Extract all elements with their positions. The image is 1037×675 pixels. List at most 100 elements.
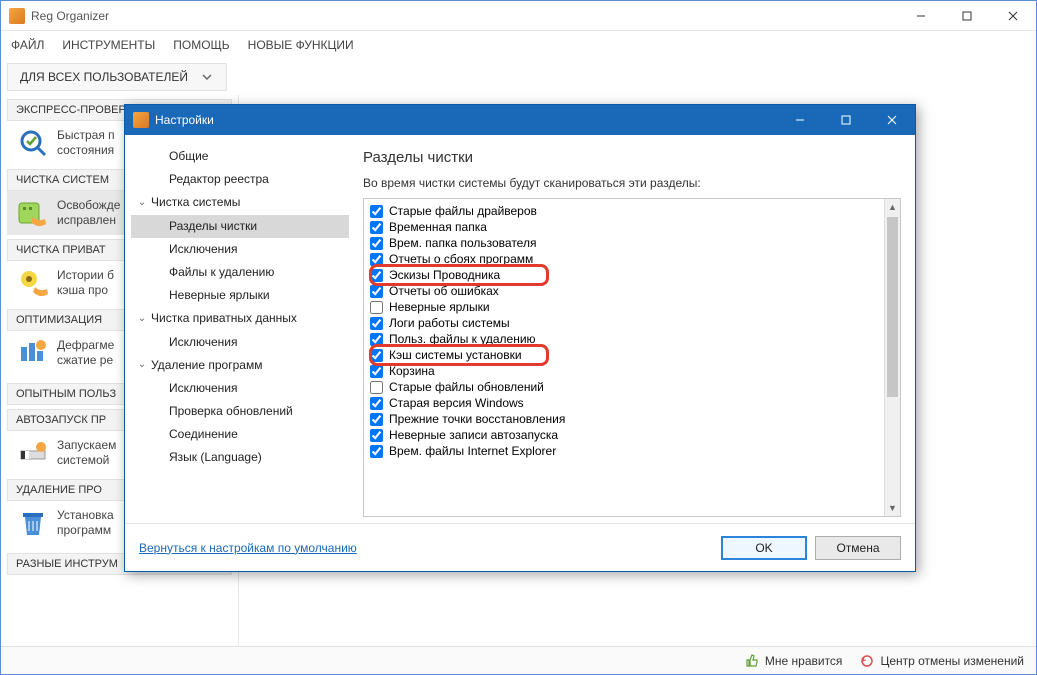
- check-label: Старая версия Windows: [389, 396, 524, 410]
- tree-node-label: Чистка системы: [151, 193, 240, 212]
- content-title: Разделы чистки: [363, 149, 901, 166]
- nav-item-text: Освобождеисправлен: [57, 198, 120, 228]
- tree-node[interactable]: ⌄Удаление программ: [131, 354, 349, 377]
- check-row[interactable]: Кэш системы установки: [370, 347, 878, 363]
- like-button[interactable]: Мне нравится: [745, 654, 843, 668]
- minimize-button[interactable]: [898, 1, 944, 31]
- check-row[interactable]: Старые файлы драйверов: [370, 203, 878, 219]
- settings-tree: ОбщиеРедактор реестра⌄Чистка системыРазд…: [125, 135, 355, 523]
- tree-node-label: Редактор реестра: [169, 170, 269, 189]
- check-row[interactable]: Отчеты об ошибках: [370, 283, 878, 299]
- tree-expander-icon[interactable]: ⌄: [135, 357, 149, 373]
- tree-node[interactable]: Разделы чистки: [131, 215, 349, 238]
- scrollbar[interactable]: ▲ ▼: [884, 199, 900, 516]
- undo-label: Центр отмены изменений: [880, 654, 1024, 668]
- check-label: Старые файлы обновлений: [389, 380, 544, 394]
- check-input[interactable]: [370, 237, 383, 250]
- dialog-title: Настройки: [155, 113, 214, 127]
- menu-help[interactable]: ПОМОЩЬ: [173, 38, 229, 52]
- check-label: Кэш системы установки: [389, 348, 522, 362]
- check-row[interactable]: Прежние точки восстановления: [370, 411, 878, 427]
- check-input[interactable]: [370, 253, 383, 266]
- tree-node[interactable]: ⌄Чистка приватных данных: [131, 307, 349, 330]
- scroll-down-arrow[interactable]: ▼: [885, 500, 900, 516]
- check-input[interactable]: [370, 381, 383, 394]
- cancel-button[interactable]: Отмена: [815, 536, 901, 560]
- check-input[interactable]: [370, 317, 383, 330]
- menu-new[interactable]: НОВЫЕ ФУНКЦИИ: [248, 38, 354, 52]
- check-label: Эскизы Проводника: [389, 268, 500, 282]
- dialog-icon: [133, 112, 149, 128]
- tree-node[interactable]: Исключения: [131, 331, 349, 354]
- check-row[interactable]: Логи работы системы: [370, 315, 878, 331]
- check-input[interactable]: [370, 205, 383, 218]
- check-label: Неверные ярлыки: [389, 300, 490, 314]
- tree-expander-icon[interactable]: ⌄: [135, 311, 149, 327]
- check-input[interactable]: [370, 269, 383, 282]
- tree-node[interactable]: Редактор реестра: [131, 168, 349, 191]
- check-row[interactable]: Временная папка: [370, 219, 878, 235]
- nav-item-text: Дефрагмесжатие ре: [57, 338, 114, 368]
- check-row[interactable]: Старые файлы обновлений: [370, 379, 878, 395]
- check-label: Корзина: [389, 364, 435, 378]
- check-input[interactable]: [370, 333, 383, 346]
- maximize-button[interactable]: [944, 1, 990, 31]
- ok-button[interactable]: OK: [721, 536, 807, 560]
- check-input[interactable]: [370, 349, 383, 362]
- user-scope-selector[interactable]: ДЛЯ ВСЕХ ПОЛЬЗОВАТЕЛЕЙ: [7, 63, 227, 91]
- check-label: Врем. папка пользователя: [389, 236, 536, 250]
- menu-file[interactable]: ФАЙЛ: [11, 38, 44, 52]
- tree-node[interactable]: ⌄Чистка системы: [131, 191, 349, 214]
- check-row[interactable]: Польз. файлы к удалению: [370, 331, 878, 347]
- check-row[interactable]: Эскизы Проводника: [370, 267, 878, 283]
- nav-item-text: Быстрая псостояния: [57, 128, 115, 158]
- tree-node[interactable]: Файлы к удалению: [131, 261, 349, 284]
- check-row[interactable]: Неверные записи автозапуска: [370, 427, 878, 443]
- tree-node-label: Проверка обновлений: [169, 402, 293, 421]
- undo-icon: [860, 654, 874, 668]
- dialog-maximize-button[interactable]: [823, 105, 869, 135]
- check-list[interactable]: Старые файлы драйверовВременная папкаВре…: [364, 199, 884, 516]
- check-label: Логи работы системы: [389, 316, 510, 330]
- tree-node[interactable]: Общие: [131, 145, 349, 168]
- dialog-close-button[interactable]: [869, 105, 915, 135]
- nav-item-text: Запускаемсистемой: [57, 438, 116, 468]
- check-input[interactable]: [370, 445, 383, 458]
- undo-center-button[interactable]: Центр отмены изменений: [860, 654, 1024, 668]
- tree-node-label: Удаление программ: [151, 356, 262, 375]
- check-input[interactable]: [370, 301, 383, 314]
- check-row[interactable]: Врем. файлы Internet Explorer: [370, 443, 878, 459]
- close-button[interactable]: [990, 1, 1036, 31]
- scroll-thumb[interactable]: [887, 217, 898, 397]
- check-label: Отчеты об ошибках: [389, 284, 499, 298]
- tree-node[interactable]: Проверка обновлений: [131, 400, 349, 423]
- tree-node[interactable]: Язык (Language): [131, 446, 349, 469]
- check-row[interactable]: Врем. папка пользователя: [370, 235, 878, 251]
- tree-node[interactable]: Исключения: [131, 238, 349, 261]
- check-row[interactable]: Старая версия Windows: [370, 395, 878, 411]
- menu-tools[interactable]: ИНСТРУМЕНТЫ: [62, 38, 155, 52]
- reset-defaults-link[interactable]: Вернуться к настройкам по умолчанию: [139, 541, 357, 555]
- check-row[interactable]: Неверные ярлыки: [370, 299, 878, 315]
- check-input[interactable]: [370, 429, 383, 442]
- check-input[interactable]: [370, 413, 383, 426]
- check-row[interactable]: Корзина: [370, 363, 878, 379]
- check-input[interactable]: [370, 285, 383, 298]
- tree-expander-icon[interactable]: ⌄: [135, 195, 149, 211]
- tree-node-label: Исключения: [169, 379, 238, 398]
- dialog-footer: Вернуться к настройкам по умолчанию OK О…: [125, 523, 915, 571]
- check-input[interactable]: [370, 221, 383, 234]
- check-input[interactable]: [370, 365, 383, 378]
- nav-item-text: Истории бкэша про: [57, 268, 114, 298]
- tree-node[interactable]: Исключения: [131, 377, 349, 400]
- check-row[interactable]: Отчеты о сбоях программ: [370, 251, 878, 267]
- tree-node[interactable]: Неверные ярлыки: [131, 284, 349, 307]
- check-label: Врем. файлы Internet Explorer: [389, 444, 556, 458]
- scroll-up-arrow[interactable]: ▲: [885, 199, 900, 215]
- tree-node-label: Файлы к удалению: [169, 263, 274, 282]
- tree-node-label: Разделы чистки: [169, 217, 257, 236]
- tree-node[interactable]: Соединение: [131, 423, 349, 446]
- nav-item-icon: [17, 267, 49, 299]
- dialog-minimize-button[interactable]: [777, 105, 823, 135]
- check-input[interactable]: [370, 397, 383, 410]
